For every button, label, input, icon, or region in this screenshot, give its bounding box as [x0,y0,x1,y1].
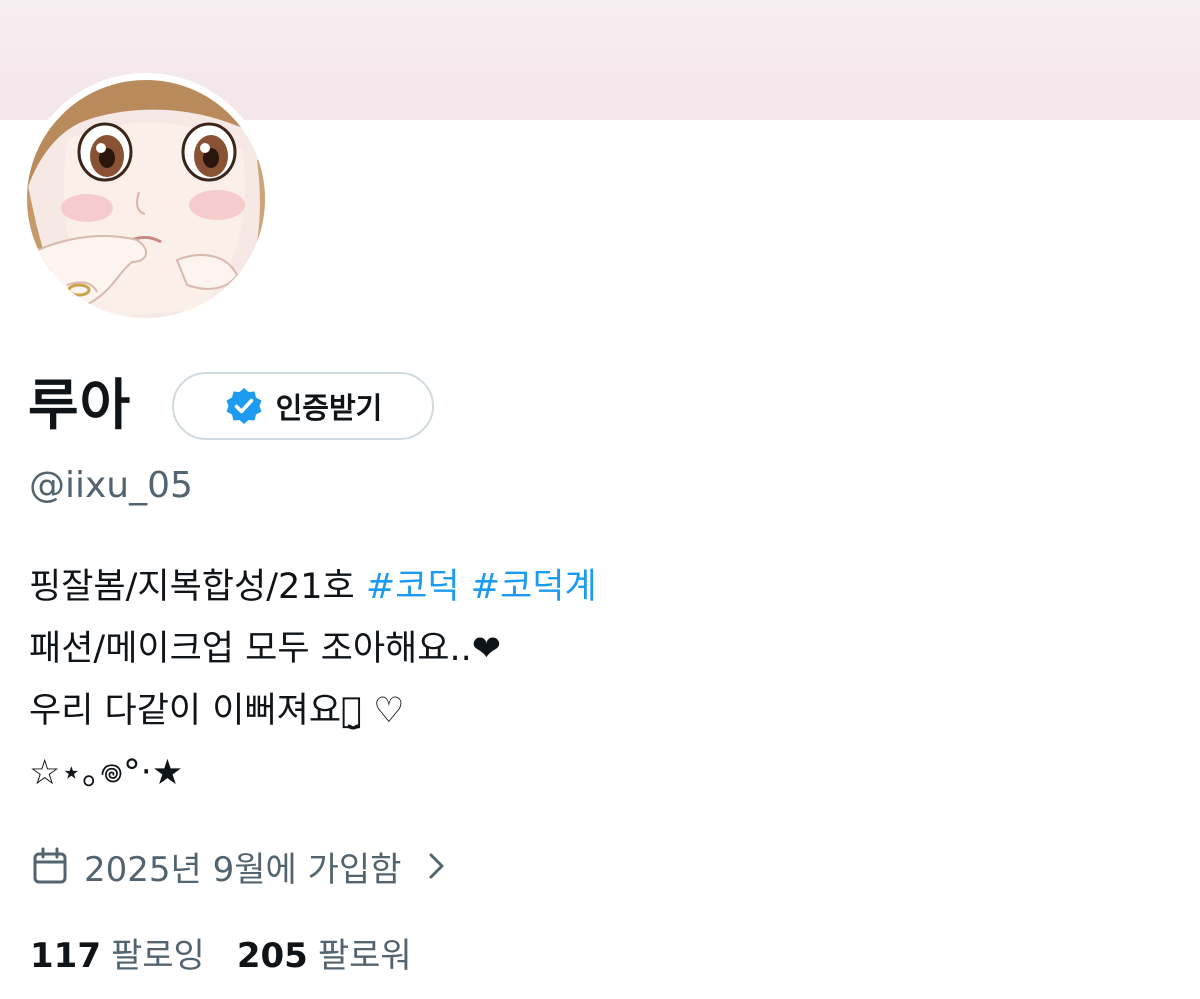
get-verified-label: 인증받기 [275,391,383,425]
bio-line-2: 패션/메이크업 모두 조아해요..❤︎ [29,629,502,669]
join-date-text: 2025년 9월에 가입함 [84,849,402,890]
avatar[interactable] [27,80,265,318]
following-count: 117 [30,936,101,976]
avatar-illustration [27,80,265,318]
following-link[interactable]: 117 팔로잉 [30,928,205,984]
followers-count: 205 [236,936,308,976]
hashtag-link[interactable]: #코덕계 [471,567,597,607]
hashtag-link[interactable]: #코덕 [366,567,460,607]
join-date[interactable]: 2025년 9월에 가입함 [30,838,449,894]
bio-line-1-text: 핑잘봄/지복합성/21호 [29,567,355,607]
bio-line-1: 핑잘봄/지복합성/21호 #코덕 #코덕계 [29,556,597,618]
chevron-right-icon [425,849,449,883]
user-handle: @iixu_05 [29,465,193,506]
bio-line-3: 우리 다같이 이뻐져요ꪔ̤̮ ♡ [29,691,405,731]
calendar-icon [30,846,70,886]
bio-line-4: ☆⋆｡𖦹°‧★ [29,753,184,793]
display-name: 루아 [28,373,132,437]
profile-bio: 핑잘봄/지복합성/21호 #코덕 #코덕계 패션/메이크업 모두 조아해요..❤… [29,556,597,804]
get-verified-button[interactable]: 인증받기 [172,372,434,440]
follow-stats: 117 팔로잉 205 팔로워 [30,928,412,984]
followers-link[interactable]: 205 팔로워 [237,928,412,984]
following-label: 팔로잉 [110,936,205,976]
followers-label: 팔로워 [317,936,412,976]
verified-badge-icon [224,386,264,426]
